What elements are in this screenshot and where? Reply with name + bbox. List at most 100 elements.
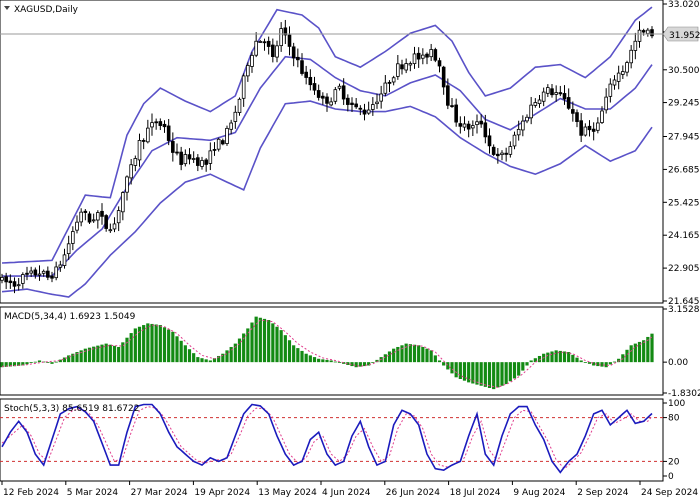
candle xyxy=(604,88,608,114)
macd-bar xyxy=(579,360,583,363)
candle-body xyxy=(71,231,75,244)
candle xyxy=(271,38,275,63)
macd-bar xyxy=(179,340,183,363)
candle-body xyxy=(633,40,638,51)
candle xyxy=(421,48,425,65)
candle xyxy=(158,118,163,131)
candle xyxy=(379,85,383,109)
macd-bar xyxy=(529,360,533,363)
candle-body xyxy=(512,134,517,147)
macd-bar xyxy=(608,362,612,365)
candle-body xyxy=(96,212,100,221)
candle-body xyxy=(91,219,96,222)
candle xyxy=(225,125,229,146)
macd-bar xyxy=(25,362,29,365)
candle-body xyxy=(404,63,408,71)
candle xyxy=(400,59,404,75)
candle-body xyxy=(125,176,129,193)
candle xyxy=(208,142,213,171)
price-tick-label: 26.685 xyxy=(668,165,700,175)
candle xyxy=(0,273,4,284)
candle-body xyxy=(462,123,467,128)
candle-body xyxy=(537,99,542,105)
macd-bar xyxy=(317,358,321,363)
candle-body xyxy=(479,120,483,125)
candle-body xyxy=(183,154,188,165)
macd-signal-path xyxy=(1,319,653,388)
price-tick-label: 22.905 xyxy=(668,264,700,274)
macd-bar xyxy=(512,362,517,379)
candle-body xyxy=(604,96,608,111)
macd-bar xyxy=(479,362,483,386)
trading-chart-window: 33.020 30.500 29.245 27.945 26.685 25.425 24.1… xyxy=(0,0,700,500)
candle xyxy=(554,85,558,102)
macd-bar xyxy=(404,343,408,363)
candle xyxy=(171,132,175,162)
candle xyxy=(587,120,592,137)
candle-body xyxy=(191,158,196,160)
macd-bar xyxy=(337,362,342,363)
macd-bar xyxy=(621,354,625,363)
candle-body xyxy=(391,77,396,83)
candle-body xyxy=(471,125,475,129)
time-tick-label: 26 Jun 2024 xyxy=(386,488,440,498)
macd-bar xyxy=(387,351,392,363)
macd-bar xyxy=(600,362,604,367)
candle xyxy=(4,272,8,290)
macd-bar xyxy=(187,349,192,363)
candle-body xyxy=(87,213,92,223)
candle-body xyxy=(221,140,225,145)
macd-bar xyxy=(642,340,646,363)
macd-bar xyxy=(525,362,529,366)
candle-body xyxy=(450,105,454,107)
candle xyxy=(475,114,479,134)
candle xyxy=(433,47,438,63)
macd-bar xyxy=(629,345,633,363)
macd-bar xyxy=(521,362,525,371)
macd-bar xyxy=(167,329,171,363)
candle xyxy=(246,62,250,82)
chart-canvas[interactable]: 33.020 30.500 29.245 27.945 26.685 25.425 24.1… xyxy=(0,0,700,500)
candle-body xyxy=(50,275,54,279)
macd-bar xyxy=(408,344,412,363)
macd-bar xyxy=(312,357,317,363)
candle xyxy=(112,217,117,233)
candle xyxy=(437,57,442,73)
candle xyxy=(300,53,304,76)
candle xyxy=(346,94,350,112)
candle-body xyxy=(429,49,433,58)
time-tick-label: 9 Aug 2024 xyxy=(513,488,565,498)
macd-bar xyxy=(421,346,425,363)
macd-bar xyxy=(125,337,129,363)
macd-title: MACD(5,34,4) 1.6923 1.5049 xyxy=(4,312,136,322)
candle-body xyxy=(275,45,279,58)
macd-tick-label: -1.8302 xyxy=(668,389,700,399)
macd-bar xyxy=(550,351,554,363)
candle-body xyxy=(187,154,192,160)
candle xyxy=(429,43,433,62)
candle xyxy=(512,131,517,150)
candle-body xyxy=(400,64,404,70)
candle-body xyxy=(375,101,379,105)
candle xyxy=(66,235,71,260)
candle xyxy=(396,55,400,80)
macd-bar xyxy=(54,361,58,363)
candle-body xyxy=(525,116,529,122)
macd-bar xyxy=(108,344,112,363)
candle-body xyxy=(596,122,600,131)
candle-body xyxy=(254,40,258,56)
candle xyxy=(471,120,475,137)
candle-body xyxy=(66,243,71,255)
candle-body xyxy=(341,85,346,100)
macd-tick-label: 0.00 xyxy=(668,358,688,368)
macd-bar xyxy=(246,328,250,363)
candle xyxy=(621,65,625,80)
candle-body xyxy=(133,158,138,166)
macd-bar xyxy=(487,362,492,388)
candle-body xyxy=(371,104,375,110)
candle xyxy=(212,142,217,156)
candle xyxy=(533,98,538,108)
candle-body xyxy=(171,141,175,153)
candle-body xyxy=(366,109,371,114)
candle-body xyxy=(200,160,204,167)
